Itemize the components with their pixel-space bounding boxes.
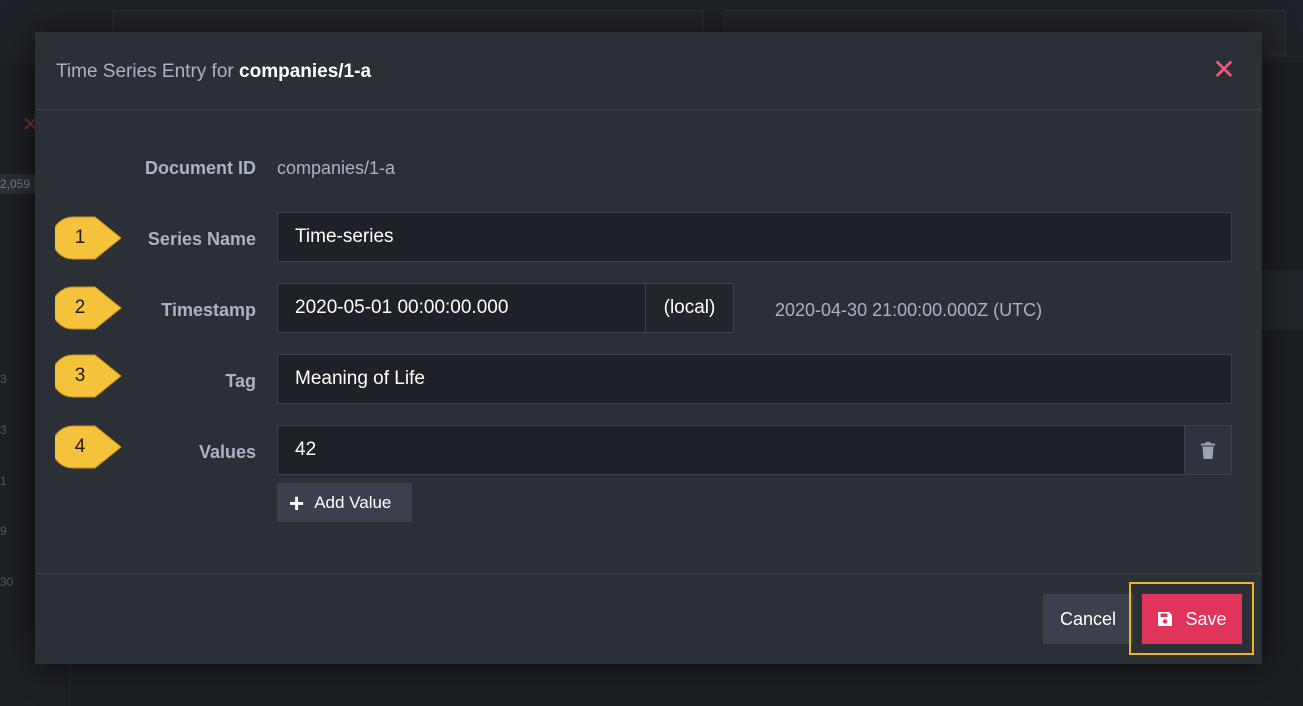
callout-number: 1 (74, 227, 86, 248)
add-value-button[interactable]: + Add Value (277, 483, 412, 522)
background-number: 30 (0, 575, 14, 589)
modal-title-document: companies/1-a (239, 61, 372, 82)
save-icon (1158, 612, 1173, 626)
trash-icon (1201, 441, 1215, 459)
timestamp-zone-label: (local) (645, 283, 734, 333)
background-number: 1 (0, 474, 7, 488)
value-input[interactable]: 42 (277, 425, 1185, 475)
callout-number: 4 (74, 436, 86, 457)
time-series-modal: Time Series Entry for companies/1-a ✕ Do… (35, 32, 1262, 664)
timestamp-utc-value: 2020-04-30 21:00:00.000Z (UTC) (775, 300, 1043, 320)
background-badge: 2,059 (0, 174, 38, 194)
document-id-value: companies/1-a (277, 158, 396, 178)
plus-icon: + (289, 487, 305, 518)
background-number: 3 (0, 423, 7, 437)
delete-value-button[interactable] (1184, 425, 1232, 475)
callout-marker: 4 (51, 424, 125, 470)
callout-number: 3 (74, 365, 86, 386)
tag-input[interactable]: Meaning of Life (277, 354, 1232, 404)
timestamp-input[interactable]: 2020-05-01 00:00:00.000 (277, 283, 646, 333)
document-id-label: Document ID (144, 158, 256, 178)
callout-marker: 2 (51, 285, 125, 331)
callout-marker: 3 (51, 353, 125, 399)
save-label: Save (1185, 608, 1227, 629)
modal-header: Time Series Entry for companies/1-a ✕ (35, 32, 1262, 110)
modal-title-prefix: Time Series Entry for (56, 61, 234, 82)
callout-number: 2 (74, 297, 86, 318)
background-number: 3 (0, 372, 7, 386)
background-number: 9 (0, 524, 7, 538)
series-name-input[interactable]: Time-series (277, 212, 1232, 262)
callout-marker: 1 (51, 215, 125, 261)
background-strip (1262, 270, 1303, 330)
modal-title: Time Series Entry for companies/1-a (56, 61, 371, 83)
close-icon: ✕ (1212, 54, 1236, 85)
save-button[interactable]: Save (1142, 594, 1242, 644)
add-value-label: Add Value (314, 492, 392, 512)
cancel-button[interactable]: Cancel (1043, 594, 1133, 644)
close-button[interactable]: ✕ (1210, 56, 1238, 84)
